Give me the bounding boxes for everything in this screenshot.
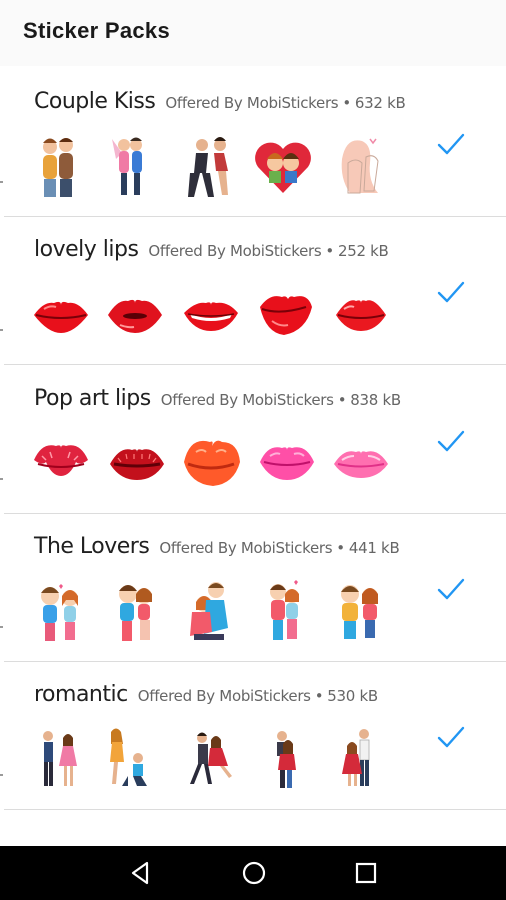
pack-publisher: Offered By MobiStickers (160, 391, 334, 409)
sticker-pack-pop-art-lips[interactable]: Pop art lips Offered By MobiStickers • 838 … (0, 366, 506, 514)
page-title: Sticker Packs (23, 18, 171, 43)
pack-size: 441 kB (348, 539, 400, 557)
pack-size: 838 kB (350, 391, 401, 409)
romantic-sticker-3 (180, 726, 242, 794)
lovers-sticker-5 (330, 578, 392, 646)
divider-mark (0, 181, 3, 183)
back-icon[interactable] (127, 859, 155, 887)
checkmark-icon (436, 279, 466, 305)
kiss-print-sticker-1 (30, 430, 92, 498)
lovers-sticker-1 (30, 578, 92, 646)
romantic-sticker-2 (102, 726, 164, 794)
couple-kiss-sticker-1 (30, 133, 92, 201)
divider-mark (0, 478, 3, 480)
lips-sticker-3 (180, 281, 242, 349)
divider-mark (0, 626, 3, 628)
lips-sticker-5 (330, 281, 392, 349)
kiss-print-sticker-3 (180, 430, 242, 498)
couple-kiss-sticker-4 (252, 133, 314, 201)
pack-publisher: Offered By MobiStickers (165, 94, 339, 112)
sticker-pack-lovely-lips[interactable]: lovely lips Offered By MobiStickers • 252 k… (0, 217, 506, 365)
checkmark-icon (436, 724, 466, 750)
pack-header: The Lovers Offered By MobiStickers • 441 kB (34, 534, 400, 559)
pack-size: 252 kB (337, 242, 389, 260)
lips-sticker-4 (254, 281, 316, 349)
home-icon[interactable] (240, 859, 268, 887)
system-nav-bar (0, 846, 506, 900)
sticker-pack-couple-kiss[interactable]: Couple Kiss Offered By MobiStickers • 632 k… (0, 69, 506, 217)
pack-meta: Offered By MobiStickers • 530 kB (137, 687, 378, 705)
couple-kiss-sticker-3 (180, 133, 242, 201)
pack-header: Pop art lips Offered By MobiStickers • 838 … (34, 386, 401, 411)
recents-icon[interactable] (352, 859, 380, 887)
app-bar: Sticker Packs (0, 0, 506, 66)
checkmark-icon (436, 576, 466, 602)
pack-header: lovely lips Offered By MobiStickers • 252 k… (34, 237, 389, 262)
sticker-pack-romantic[interactable]: romantic Offered By MobiStickers • 530 kB (0, 662, 506, 810)
pack-name: lovely lips (34, 237, 139, 262)
divider-mark (0, 774, 3, 776)
romantic-sticker-4 (256, 726, 318, 794)
pack-size: 632 kB (354, 94, 406, 112)
divider-mark (0, 329, 3, 331)
romantic-sticker-5 (330, 726, 392, 794)
pack-name: Pop art lips (34, 386, 151, 411)
pack-publisher: Offered By MobiStickers (159, 539, 333, 557)
checkmark-icon (436, 131, 466, 157)
checkmark-icon (436, 428, 466, 454)
pack-meta: Offered By MobiStickers • 441 kB (159, 539, 400, 557)
lovers-sticker-2 (106, 578, 168, 646)
divider (4, 809, 506, 810)
pack-name: Couple Kiss (34, 89, 156, 114)
lovers-sticker-4 (256, 578, 318, 646)
pack-meta: Offered By MobiStickers • 632 kB (165, 94, 406, 112)
lips-sticker-1 (30, 281, 92, 349)
kiss-print-sticker-5 (330, 430, 392, 498)
pack-header: Couple Kiss Offered By MobiStickers • 632 k… (34, 89, 406, 114)
kiss-print-sticker-4 (256, 430, 318, 498)
divider (4, 364, 506, 365)
kiss-print-sticker-2 (106, 430, 168, 498)
pack-header: romantic Offered By MobiStickers • 530 kB (34, 682, 378, 707)
pack-name: romantic (34, 682, 128, 707)
pack-size: 530 kB (327, 687, 378, 705)
pack-meta: Offered By MobiStickers • 838 kB (160, 391, 401, 409)
lips-sticker-2 (104, 281, 166, 349)
pack-publisher: Offered By MobiStickers (148, 242, 322, 260)
couple-kiss-sticker-2 (102, 133, 164, 201)
couple-kiss-sticker-5 (330, 133, 392, 201)
pack-publisher: Offered By MobiStickers (137, 687, 311, 705)
pack-meta: Offered By MobiStickers • 252 kB (148, 242, 389, 260)
sticker-pack-the-lovers[interactable]: The Lovers Offered By MobiStickers • 441 kB (0, 514, 506, 662)
romantic-sticker-1 (30, 726, 92, 794)
lovers-sticker-3 (180, 578, 242, 646)
pack-name: The Lovers (34, 534, 150, 559)
